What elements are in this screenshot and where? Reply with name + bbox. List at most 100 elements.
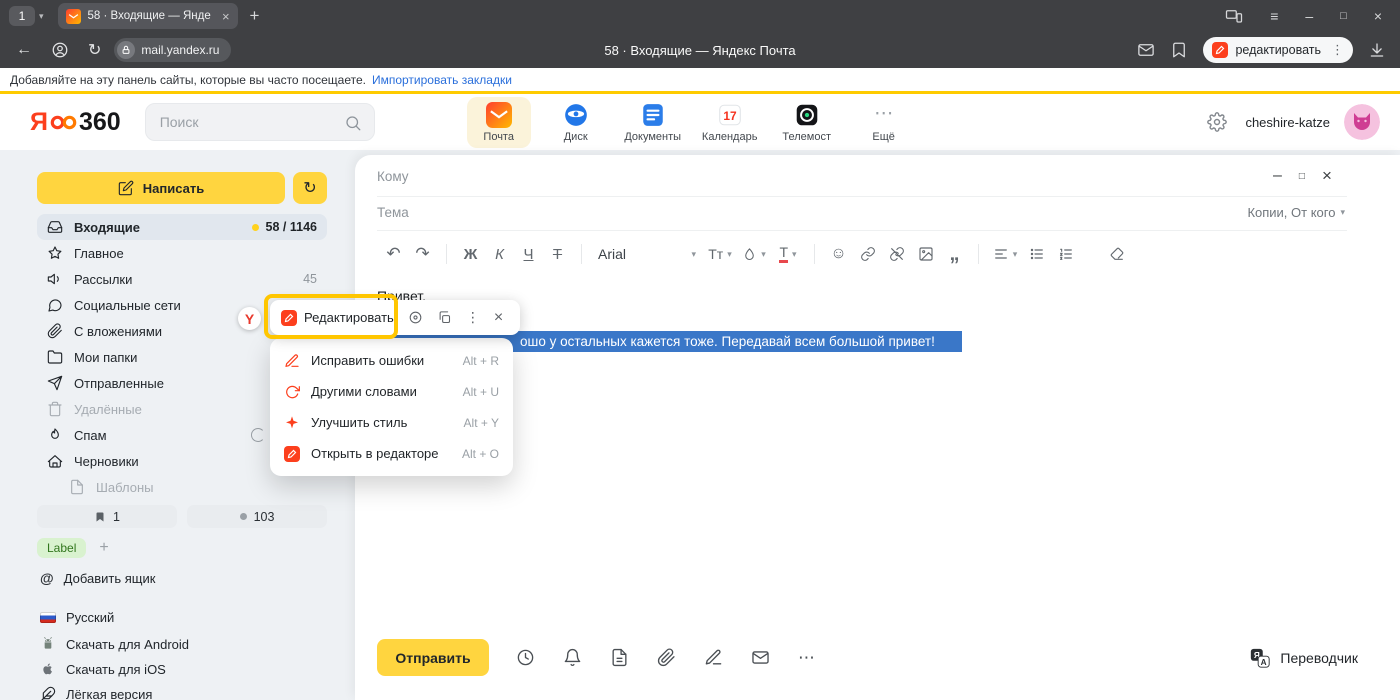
clear-folder-icon[interactable]: [251, 428, 265, 442]
download-android-link[interactable]: Скачать для Android: [40, 636, 189, 652]
edit-with-neuro-button[interactable]: Редактировать: [281, 310, 394, 326]
menu-item-improve-style[interactable]: Улучшить стиль Alt + Y: [270, 407, 513, 438]
yandex-badge[interactable]: Y: [238, 307, 261, 330]
add-label-icon[interactable]: +: [99, 539, 108, 557]
attach-file-icon[interactable]: [657, 648, 676, 667]
emoji-icon[interactable]: ☺: [824, 245, 853, 263]
app-mail[interactable]: Почта: [467, 97, 531, 148]
tab-count-button[interactable]: 1 ▾: [9, 6, 44, 26]
italic-button[interactable]: К: [485, 246, 514, 263]
envelope-icon[interactable]: [751, 648, 770, 667]
app-disk[interactable]: Диск: [544, 97, 608, 148]
yandex360-logo[interactable]: Я 360: [30, 108, 121, 137]
to-field[interactable]: Кому: [377, 169, 409, 184]
translator-button[interactable]: ЯA Переводчик: [1249, 647, 1358, 669]
text-color-button[interactable]: Т ▾: [771, 245, 805, 263]
numbered-list-icon[interactable]: [1051, 246, 1080, 262]
folder-count: 58 / 1146: [252, 220, 317, 234]
unlink-icon[interactable]: [882, 246, 911, 262]
add-mailbox-button[interactable]: @ Добавить ящик: [40, 570, 155, 586]
username[interactable]: cheshire-katze: [1245, 115, 1330, 130]
browser-tab[interactable]: 58 · Входящие — Янде ×: [58, 3, 238, 29]
minimize-compose-icon[interactable]: –: [1273, 167, 1282, 185]
alice-circle-icon[interactable]: [408, 310, 423, 325]
unread-dot-icon: [240, 513, 247, 520]
neuro-editor-extension-button[interactable]: редактировать ⋮: [1203, 37, 1353, 63]
language-switcher[interactable]: Русский: [40, 610, 114, 625]
devices-icon[interactable]: [1225, 7, 1243, 25]
underline-button[interactable]: Ч: [514, 246, 543, 263]
folder-label: Шаблоны: [96, 480, 154, 495]
close-icon[interactable]: ×: [1374, 8, 1382, 24]
android-icon: [40, 636, 56, 652]
avatar[interactable]: [1344, 104, 1380, 140]
back-icon[interactable]: ←: [16, 41, 32, 59]
expand-compose-icon[interactable]: □: [1299, 171, 1305, 182]
link-icon[interactable]: [853, 246, 882, 262]
unread-dot-icon: [252, 224, 259, 231]
refresh-mail-button[interactable]: ↻: [293, 172, 327, 204]
lite-version-link[interactable]: Лёгкая версия: [40, 686, 152, 700]
font-family-select[interactable]: Arial ▾: [595, 246, 699, 262]
quote-icon[interactable]: „: [940, 249, 969, 259]
mail-notifier-icon[interactable]: [1137, 41, 1155, 59]
sidebar-folder-main[interactable]: Главное: [37, 240, 327, 266]
unread-filter[interactable]: 103: [187, 505, 327, 528]
label-tag[interactable]: Label: [37, 538, 86, 558]
app-docs[interactable]: Документы: [621, 97, 685, 148]
sidebar-folder-newsletters[interactable]: Рассылки 45: [37, 266, 327, 292]
strikethrough-button[interactable]: Т: [543, 246, 572, 263]
import-bookmarks-link[interactable]: Импортировать закладки: [372, 73, 512, 87]
gear-icon[interactable]: [1207, 112, 1227, 132]
bold-button[interactable]: Ж: [456, 246, 485, 263]
minimize-icon[interactable]: –: [1305, 8, 1313, 24]
subject-field[interactable]: Тема: [377, 205, 409, 220]
insert-image-icon[interactable]: [911, 246, 940, 262]
tab-close-icon[interactable]: ×: [222, 9, 230, 24]
menu-item-open-editor[interactable]: Открыть в редакторе Alt + O: [270, 438, 513, 469]
new-tab-button[interactable]: +: [250, 6, 260, 26]
popup-more-icon[interactable]: ⋮: [466, 309, 480, 326]
menu-item-rephrase[interactable]: Другими словами Alt + U: [270, 376, 513, 407]
compose-button[interactable]: Написать: [37, 172, 285, 204]
url-field[interactable]: mail.yandex.ru: [114, 38, 231, 62]
refresh-icon[interactable]: ↻: [88, 40, 101, 60]
cc-from-label: Копии, От кого: [1247, 205, 1335, 220]
redo-icon[interactable]: ↷: [408, 244, 437, 264]
copy-icon[interactable]: [437, 310, 452, 325]
bullet-list-icon[interactable]: [1022, 246, 1051, 262]
more-options-icon[interactable]: ⋯: [798, 648, 815, 668]
close-compose-icon[interactable]: ×: [1322, 166, 1332, 186]
send-button[interactable]: Отправить: [377, 639, 489, 676]
browser-menu-icon[interactable]: ≡: [1270, 8, 1278, 24]
template-note-icon[interactable]: [610, 648, 629, 667]
download-ios-link[interactable]: Скачать для iOS: [40, 661, 166, 677]
more-apps-icon: ⋯: [874, 102, 893, 128]
signature-pen-icon[interactable]: [704, 648, 723, 667]
more-icon[interactable]: ⋮: [1331, 42, 1344, 58]
bookmark-icon[interactable]: [1170, 41, 1188, 59]
search-input[interactable]: [146, 104, 374, 140]
align-button[interactable]: ▾: [988, 246, 1022, 262]
profile-icon[interactable]: [51, 41, 69, 59]
docs-app-icon: [640, 102, 666, 128]
undo-icon[interactable]: ↶: [379, 244, 408, 264]
menu-item-fix-errors[interactable]: Исправить ошибки Alt + R: [270, 345, 513, 376]
reminder-bell-icon[interactable]: [563, 648, 582, 667]
search-icon[interactable]: [344, 114, 362, 132]
schedule-send-icon[interactable]: [516, 648, 535, 667]
app-more[interactable]: ⋯ Ещё: [852, 97, 916, 148]
font-size-select[interactable]: Тт ▾: [703, 246, 737, 262]
maximize-icon[interactable]: □: [1340, 10, 1347, 22]
pinned-filter[interactable]: 1: [37, 505, 177, 528]
sidebar-folder-inbox[interactable]: Входящие 58 / 1146: [37, 214, 327, 240]
cc-from-toggle[interactable]: Копии, От кого ▾: [1247, 205, 1345, 220]
highlight-color-button[interactable]: ▾: [737, 247, 771, 262]
app-calendar[interactable]: 17 Календарь: [698, 97, 762, 148]
eraser-icon[interactable]: [1102, 246, 1131, 262]
folder-label: С вложениями: [74, 324, 162, 339]
downloads-icon[interactable]: [1368, 41, 1386, 59]
app-telemost[interactable]: Телемост: [775, 97, 839, 148]
popup-close-icon[interactable]: ×: [494, 309, 503, 327]
sidebar-folder-templates[interactable]: Шаблоны: [37, 474, 327, 500]
